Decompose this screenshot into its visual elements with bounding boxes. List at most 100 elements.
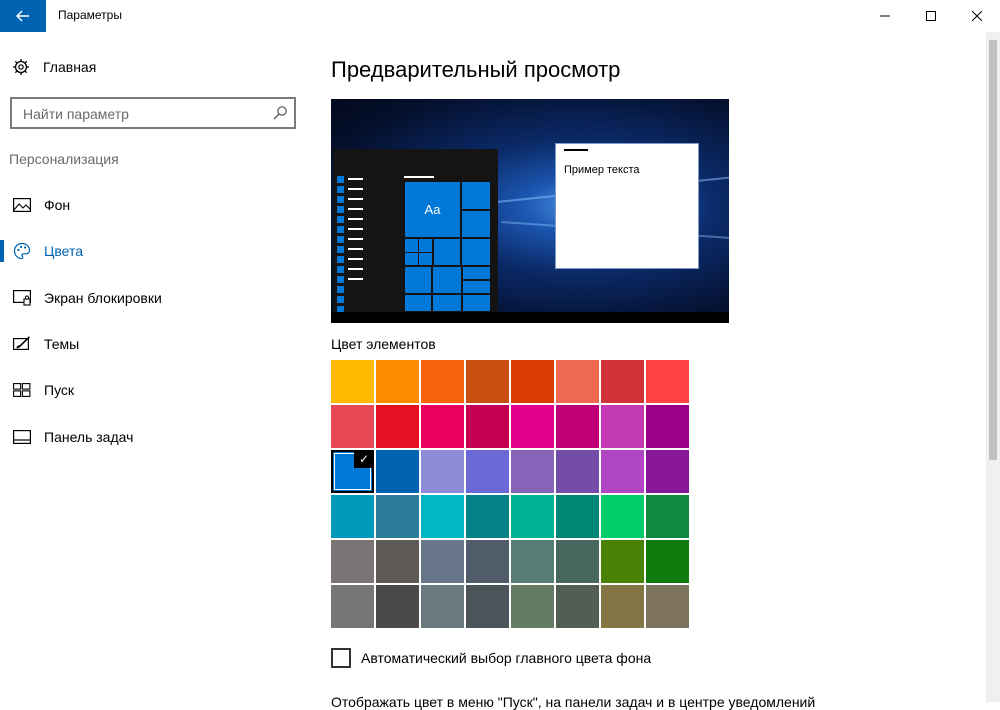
- color-swatch[interactable]: [466, 585, 509, 628]
- minimize-button[interactable]: [862, 0, 908, 32]
- cut-off-setting-text: Отображать цвет в меню "Пуск", на панели…: [331, 694, 816, 710]
- color-swatch[interactable]: [511, 585, 554, 628]
- section-label: Персонализация: [9, 151, 119, 167]
- color-swatch[interactable]: [601, 495, 644, 538]
- color-swatch[interactable]: [511, 450, 554, 493]
- close-icon: [972, 11, 982, 21]
- color-swatch[interactable]: [556, 405, 599, 448]
- auto-accent-checkbox[interactable]: Автоматический выбор главного цвета фона: [331, 648, 651, 668]
- search-icon: [272, 105, 288, 126]
- sidebar-item-themes[interactable]: Темы: [0, 324, 310, 364]
- close-button[interactable]: [954, 0, 1000, 32]
- scrollbar[interactable]: [986, 32, 1000, 702]
- start-list-lines: [348, 178, 363, 288]
- preview-tile: [405, 267, 431, 293]
- start-rail: [337, 176, 347, 316]
- search-input[interactable]: Найти параметр: [10, 97, 296, 129]
- sidebar-item-background[interactable]: Фон: [0, 185, 310, 225]
- sidebar-item-label: Пуск: [44, 382, 75, 398]
- color-swatch[interactable]: [511, 405, 554, 448]
- sidebar-item-start[interactable]: Пуск: [0, 370, 310, 410]
- color-swatch[interactable]: [331, 405, 374, 448]
- color-swatch[interactable]: [466, 405, 509, 448]
- maximize-icon: [926, 11, 936, 21]
- color-swatch[interactable]: [376, 540, 419, 583]
- themes-icon: [13, 335, 31, 353]
- color-swatch[interactable]: [646, 360, 689, 403]
- back-arrow-icon: [16, 10, 29, 22]
- active-marker: [0, 240, 4, 262]
- color-swatch[interactable]: [556, 450, 599, 493]
- color-swatch[interactable]: [646, 585, 689, 628]
- color-swatch[interactable]: [601, 450, 644, 493]
- sidebar-item-label: Экран блокировки: [44, 290, 162, 306]
- preview-sample-window: Пример текста: [555, 143, 699, 269]
- preview-tile: [405, 295, 431, 311]
- tiles-header-line: [404, 176, 434, 178]
- preview-tile: [463, 295, 490, 311]
- color-swatch[interactable]: [421, 495, 464, 538]
- color-swatch[interactable]: [376, 360, 419, 403]
- color-swatch[interactable]: [331, 585, 374, 628]
- main-content: Предварительный просмотр Aa Пример текст…: [310, 32, 984, 710]
- preview-tile: [434, 239, 460, 265]
- color-swatch[interactable]: [556, 360, 599, 403]
- preview-tile: [433, 267, 461, 293]
- color-swatch[interactable]: [646, 540, 689, 583]
- maximize-button[interactable]: [908, 0, 954, 32]
- search-placeholder: Найти параметр: [23, 106, 129, 122]
- preview-tile: [462, 239, 490, 265]
- color-swatch[interactable]: [466, 450, 509, 493]
- color-swatch[interactable]: [421, 585, 464, 628]
- color-swatch[interactable]: [376, 495, 419, 538]
- sidebar-item-taskbar[interactable]: Панель задач: [0, 417, 310, 457]
- color-swatch[interactable]: [376, 450, 419, 493]
- color-swatch[interactable]: [511, 360, 554, 403]
- home-link[interactable]: Главная: [12, 56, 96, 78]
- color-swatch[interactable]: [331, 495, 374, 538]
- preview-taskbar: [331, 312, 729, 323]
- color-swatch[interactable]: [466, 360, 509, 403]
- preview-tile: [405, 253, 418, 265]
- color-swatch[interactable]: [646, 405, 689, 448]
- sidebar-item-label: Цвета: [44, 243, 83, 259]
- preview-tile: [433, 295, 461, 311]
- color-swatch[interactable]: [376, 405, 419, 448]
- color-swatch[interactable]: [601, 540, 644, 583]
- sample-window-titlebar: [564, 149, 588, 151]
- checkmark-icon: ✓: [354, 450, 374, 468]
- color-swatch[interactable]: [556, 540, 599, 583]
- color-swatch[interactable]: [421, 405, 464, 448]
- color-swatch[interactable]: ✓: [331, 450, 374, 493]
- scrollbar-thumb[interactable]: [989, 40, 997, 460]
- preview-tile: [462, 211, 490, 237]
- preview-tile-large: Aa: [405, 182, 460, 237]
- color-swatch[interactable]: [376, 585, 419, 628]
- color-swatch[interactable]: [466, 540, 509, 583]
- color-swatch[interactable]: [421, 360, 464, 403]
- sidebar-item-lock-screen[interactable]: Экран блокировки: [0, 278, 310, 318]
- minimize-icon: [880, 15, 890, 17]
- color-swatch[interactable]: [646, 450, 689, 493]
- color-swatch[interactable]: [556, 585, 599, 628]
- color-swatch[interactable]: [466, 495, 509, 538]
- color-swatch[interactable]: [601, 405, 644, 448]
- color-swatch[interactable]: [511, 495, 554, 538]
- color-swatch[interactable]: [601, 360, 644, 403]
- color-swatch[interactable]: [601, 585, 644, 628]
- page-title: Предварительный просмотр: [331, 57, 621, 82]
- preview-start-menu: Aa: [333, 149, 498, 319]
- sidebar: Главная Найти параметр Персонализация Фо…: [0, 32, 310, 702]
- color-swatch[interactable]: [331, 540, 374, 583]
- color-swatch[interactable]: [646, 495, 689, 538]
- color-swatch[interactable]: [331, 360, 374, 403]
- checkbox-box[interactable]: [331, 648, 351, 668]
- sidebar-item-label: Фон: [44, 197, 71, 213]
- sidebar-item-colors[interactable]: Цвета: [0, 231, 310, 271]
- back-button[interactable]: [0, 0, 46, 32]
- color-swatch[interactable]: [511, 540, 554, 583]
- color-swatch[interactable]: [421, 540, 464, 583]
- window-title: Параметры: [58, 8, 122, 22]
- color-swatch[interactable]: [556, 495, 599, 538]
- color-swatch[interactable]: [421, 450, 464, 493]
